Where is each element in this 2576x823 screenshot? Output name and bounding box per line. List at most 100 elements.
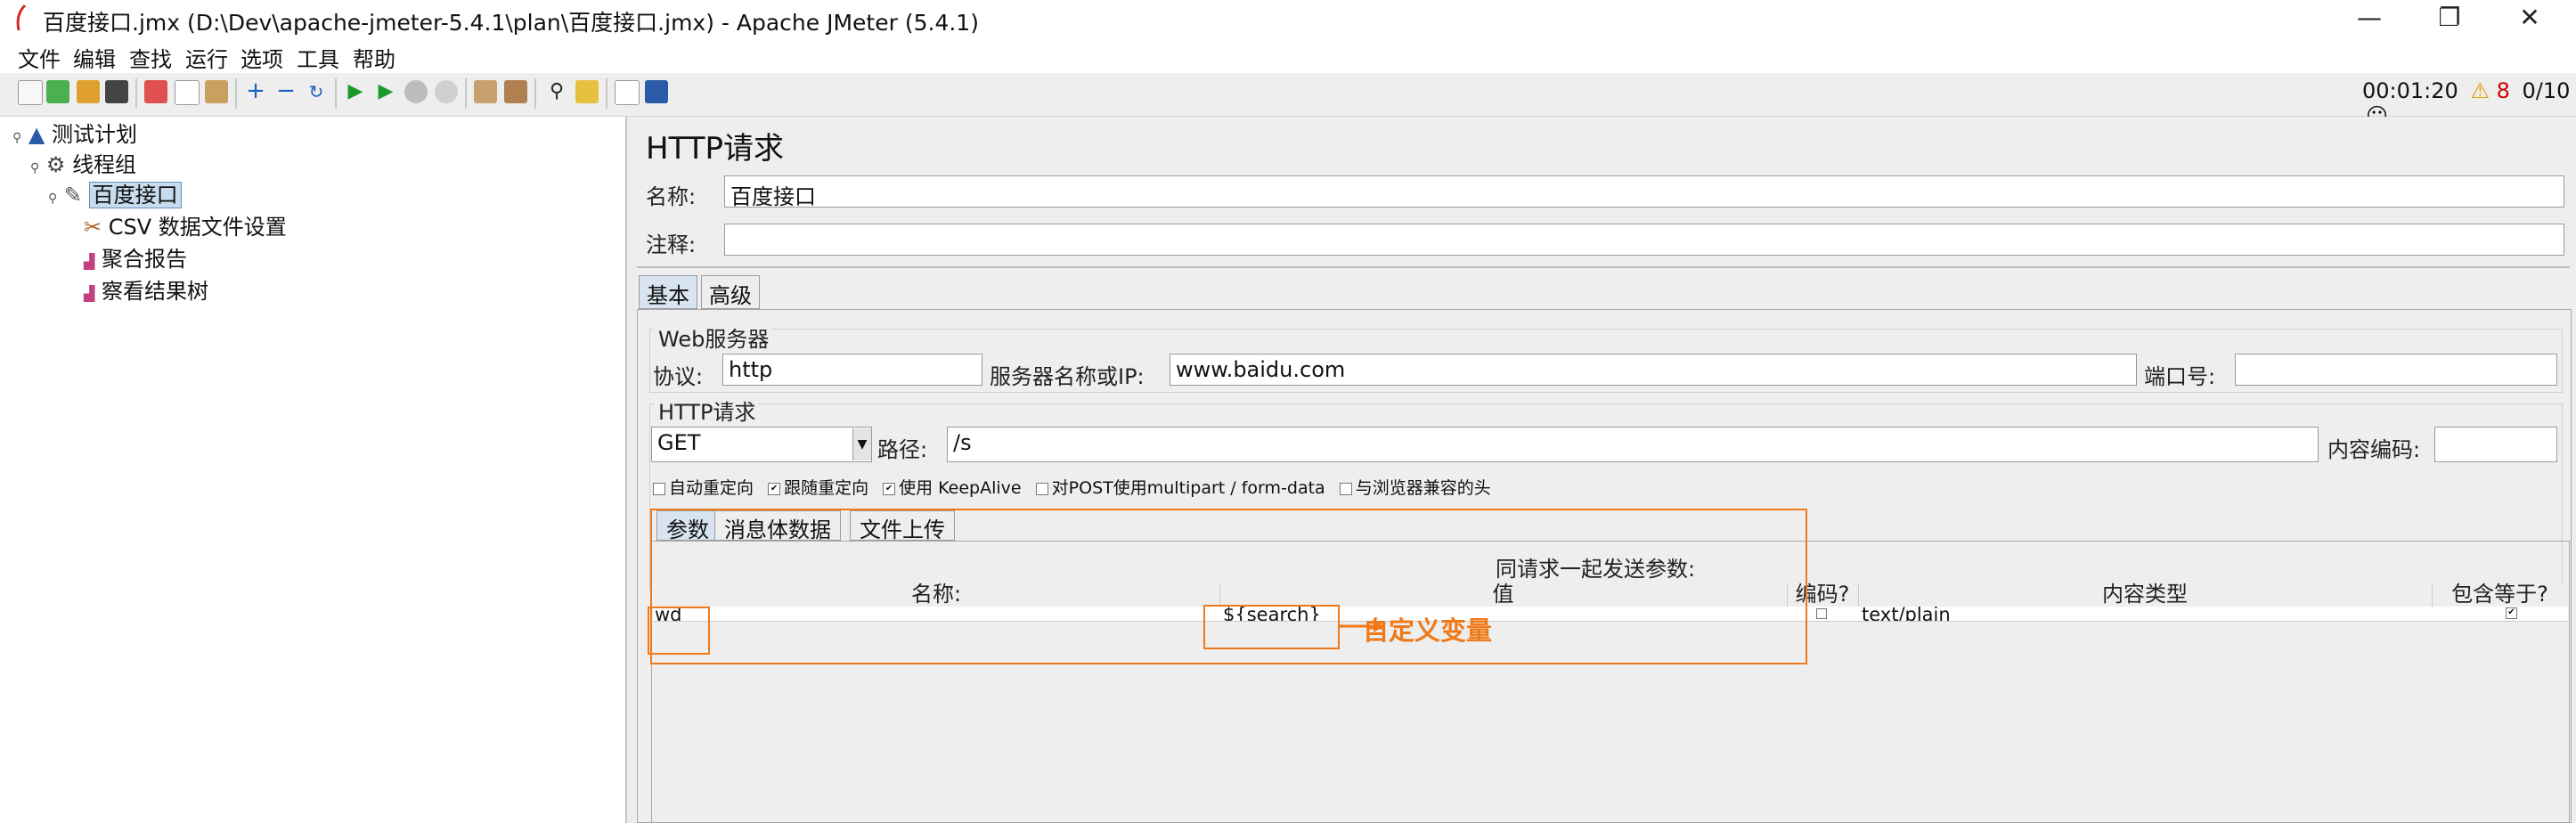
comment-field[interactable] — [724, 224, 2564, 256]
tree-item-test-plan[interactable]: ⚲ ▲ 测试计划 — [12, 117, 137, 148]
tree-item-http-sampler[interactable]: ⚲ ✎ 百度接口 — [48, 177, 182, 208]
checkbox-label: 与浏览器兼容的头 — [1355, 478, 1491, 498]
annotation-label: 自定义变量 — [1363, 615, 1493, 646]
close-button[interactable]: ✕ — [2494, 0, 2565, 37]
checkbox-label: 自动重定向 — [669, 478, 754, 498]
menu-options[interactable]: 选项 — [240, 42, 283, 73]
expand-toggle-icon[interactable]: ⚲ — [12, 131, 21, 145]
paste-icon[interactable] — [205, 80, 228, 103]
thread-count: 0/10 — [2522, 78, 2571, 103]
menu-tools[interactable]: 工具 — [297, 42, 339, 73]
help-icon[interactable] — [645, 80, 668, 103]
search-icon[interactable]: ⚲ — [545, 80, 568, 103]
port-label: 端口号: — [2144, 364, 2216, 389]
http-request-panel: HTTP请求 名称: 百度接口 注释: 基本 高级 Web服务器 协议: htt… — [635, 117, 2576, 823]
tree-item-thread-group[interactable]: ⚲ ⚙ 线程组 — [30, 147, 136, 178]
start-no-pause-icon[interactable]: ▶ — [374, 80, 397, 103]
toolbar-separator — [135, 78, 137, 109]
restore-button[interactable]: ❐ — [2414, 0, 2485, 37]
name-field[interactable]: 百度接口 — [724, 175, 2564, 208]
port-field[interactable] — [2235, 354, 2557, 386]
protocol-field[interactable]: http — [722, 354, 982, 386]
protocol-label: 协议: — [653, 364, 704, 389]
start-icon[interactable]: ▶ — [344, 80, 367, 103]
test-plan-icon: ▲ — [28, 122, 45, 147]
checkbox-box[interactable] — [653, 482, 665, 495]
path-field[interactable]: /s — [947, 427, 2319, 462]
annotation-box-value — [1203, 605, 1340, 649]
thread-group-icon: ⚙ — [45, 152, 66, 177]
tab-basic[interactable]: 基本 — [639, 275, 697, 309]
server-field[interactable]: www.baidu.com — [1170, 354, 2137, 386]
menu-run[interactable]: 运行 — [185, 42, 228, 73]
menu-file[interactable]: 文件 — [18, 42, 61, 73]
content-encoding-label: 内容编码: — [2327, 437, 2421, 462]
chevron-down-icon[interactable]: ▼ — [852, 428, 871, 460]
tree-item-label: 线程组 — [72, 152, 137, 177]
warning-count: 8 — [2496, 78, 2510, 103]
tree-item-results-tree[interactable]: ▟ 察看结果树 — [84, 273, 208, 305]
content-type-cell[interactable]: text/plain — [1862, 607, 1951, 621]
toolbar-separator — [335, 78, 337, 109]
column-header-content-type[interactable]: 内容类型 — [1858, 583, 2433, 607]
method-select[interactable]: GET — [651, 427, 872, 462]
path-label: 路径: — [877, 437, 928, 462]
csv-config-icon: ✂ — [84, 215, 102, 240]
toolbar: + − ↻ ▶ ▶ ⚲ — [0, 73, 2576, 117]
save-icon[interactable] — [105, 80, 128, 103]
minimize-button[interactable]: — — [2334, 0, 2405, 37]
menu-edit[interactable]: 编辑 — [73, 42, 116, 73]
checkbox-box[interactable] — [1035, 482, 1048, 495]
panel-title: HTTP请求 — [646, 131, 785, 167]
tree-item-label: 百度接口 — [88, 182, 182, 208]
follow-redirect-checkbox[interactable]: ✔ 跟随重定向 — [768, 478, 868, 498]
multipart-checkbox[interactable]: 对POST使用multipart / form-data — [1035, 478, 1325, 498]
tree-item-csv-config[interactable]: ✂ CSV 数据文件设置 — [84, 209, 287, 240]
browser-headers-checkbox[interactable]: 与浏览器兼容的头 — [1339, 478, 1491, 498]
expand-toggle-icon[interactable]: ⚲ — [48, 191, 57, 206]
window-title: 百度接口.jmx (D:\Dev\apache-jmeter-5.4.1\pla… — [43, 10, 979, 36]
tree-item-label: CSV 数据文件设置 — [108, 215, 287, 240]
web-server-group-title: Web服务器 — [655, 322, 773, 353]
keepalive-checkbox[interactable]: ✔ 使用 KeepAlive — [883, 478, 1022, 498]
tab-advanced[interactable]: 高级 — [701, 275, 760, 309]
reset-search-icon[interactable] — [575, 80, 599, 103]
stop-icon[interactable] — [404, 80, 428, 103]
clear-icon[interactable] — [474, 80, 497, 103]
include-equals-checkbox[interactable]: ✔ — [2506, 607, 2517, 619]
checkbox-box[interactable]: ✔ — [883, 482, 896, 495]
listener-icon: ▟ — [84, 253, 95, 270]
redirect-options: 自动重定向 ✔ 跟随重定向 ✔ 使用 KeepAlive 对POST使用multip… — [653, 475, 1491, 499]
encode-checkbox[interactable] — [1816, 608, 1827, 619]
toolbar-separator — [534, 78, 536, 109]
status-area: 00:01:20 ⚠ 8 0/10 ☺ — [2362, 78, 2576, 128]
menu-search[interactable]: 查找 — [129, 42, 172, 73]
shutdown-icon[interactable] — [435, 80, 458, 103]
copy-icon[interactable] — [175, 80, 200, 105]
tree-item-aggregate-report[interactable]: ▟ 聚合报告 — [84, 241, 187, 273]
new-icon[interactable] — [18, 80, 43, 105]
collapse-icon[interactable]: − — [274, 79, 298, 103]
clear-all-icon[interactable] — [504, 80, 527, 103]
tree-item-label: 测试计划 — [52, 122, 138, 147]
http-request-group-title: HTTP请求 — [655, 395, 760, 426]
column-header-include-equals[interactable]: 包含等于? — [2432, 583, 2568, 607]
content-encoding-field[interactable] — [2434, 427, 2557, 462]
expand-icon[interactable]: + — [244, 79, 267, 103]
menu-bar: 文件 编辑 查找 运行 选项 工具 帮助 — [0, 37, 2576, 73]
expand-toggle-icon[interactable]: ⚲ — [30, 161, 39, 175]
open-icon[interactable] — [77, 80, 100, 103]
cut-icon[interactable] — [144, 80, 167, 103]
checkbox-box[interactable] — [1339, 482, 1352, 495]
templates-icon[interactable] — [46, 80, 69, 103]
title-bar: 百度接口.jmx (D:\Dev\apache-jmeter-5.4.1\pla… — [0, 0, 2576, 37]
function-helper-icon[interactable] — [615, 80, 640, 105]
checkbox-box[interactable]: ✔ — [768, 482, 781, 495]
toggle-icon[interactable]: ↻ — [305, 80, 328, 103]
menu-help[interactable]: 帮助 — [353, 42, 395, 73]
annotation-box-name — [648, 607, 710, 655]
comment-label: 注释: — [646, 232, 697, 257]
http-sampler-icon: ✎ — [63, 183, 83, 208]
auto-redirect-checkbox[interactable]: 自动重定向 — [653, 478, 754, 498]
jmeter-feather-icon — [16, 4, 27, 31]
